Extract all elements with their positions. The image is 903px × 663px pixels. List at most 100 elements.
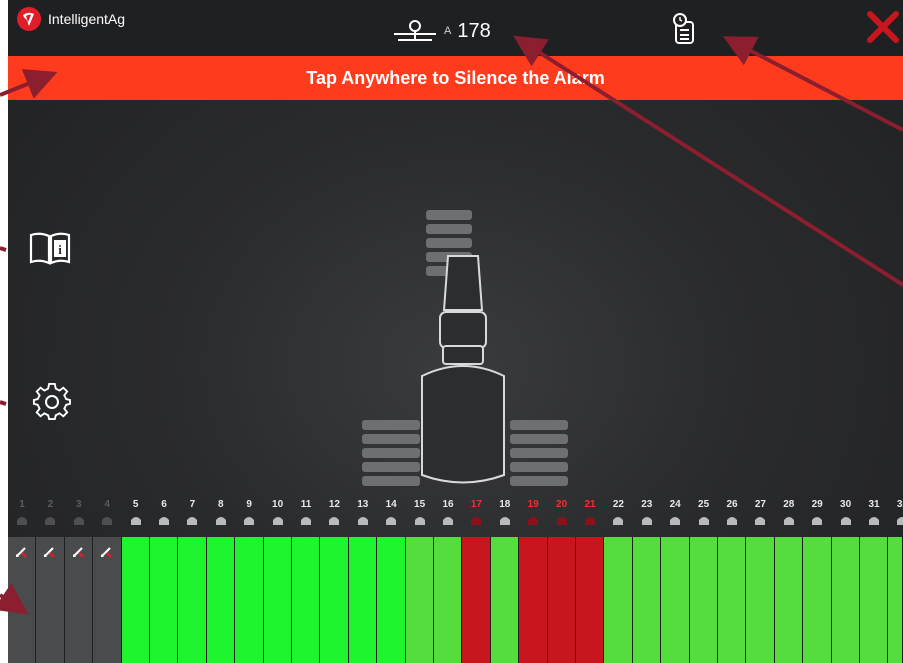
settings-gear-icon[interactable] xyxy=(32,382,72,422)
close-icon[interactable] xyxy=(866,10,900,44)
row-disabled-icon xyxy=(101,547,113,558)
planter-icon xyxy=(394,20,436,41)
row-cell-25[interactable] xyxy=(689,537,718,663)
row-cell-8[interactable] xyxy=(206,537,236,663)
row-status-bar[interactable] xyxy=(8,537,903,663)
clock-log-icon[interactable] xyxy=(671,12,699,46)
row-cell-24[interactable] xyxy=(661,537,690,663)
row-number-23: 23 xyxy=(641,499,653,510)
row-marker-15 xyxy=(414,517,425,525)
row-marker-6 xyxy=(159,517,169,525)
row-marker-4 xyxy=(102,517,113,525)
row-number-26: 26 xyxy=(726,499,738,510)
row-cell-30[interactable] xyxy=(831,537,860,663)
brand-name: IntelligentAg xyxy=(48,11,126,27)
row-number-4: 4 xyxy=(104,499,110,510)
row-cell-27[interactable] xyxy=(746,537,775,663)
manual-info-icon[interactable]: i xyxy=(28,230,72,266)
alarm-banner[interactable]: Tap Anywhere to Silence the Alarm xyxy=(8,56,903,100)
tractor-graphic xyxy=(362,210,568,486)
row-number-17: 17 xyxy=(470,499,482,510)
row-cell-23[interactable] xyxy=(632,537,662,663)
row-cell-20[interactable] xyxy=(547,537,576,663)
brand-logo-icon xyxy=(17,7,41,31)
row-number-19: 19 xyxy=(527,499,539,510)
row-number-8: 8 xyxy=(218,499,224,510)
row-cell-10[interactable] xyxy=(263,537,292,663)
row-marker-12 xyxy=(329,517,340,525)
row-cell-2[interactable] xyxy=(36,537,65,663)
row-cell-11[interactable] xyxy=(292,537,321,663)
brand: IntelligentAg xyxy=(16,6,125,32)
row-counter[interactable]: A 178 xyxy=(392,18,491,44)
row-marker-30 xyxy=(840,517,851,525)
row-marker-20 xyxy=(556,517,567,525)
row-cell-13[interactable] xyxy=(348,537,378,663)
row-marker-25 xyxy=(698,517,709,525)
row-cell-18[interactable] xyxy=(490,537,520,663)
app-screen[interactable]: IntelligentAg A 178 Tap Anywhere to Sile… xyxy=(8,0,903,663)
row-cell-1[interactable] xyxy=(8,537,37,663)
row-marker-13 xyxy=(357,517,368,525)
row-marker-10 xyxy=(272,517,283,525)
row-cell-9[interactable] xyxy=(235,537,264,663)
row-cell-17[interactable] xyxy=(462,537,491,663)
row-marker-28 xyxy=(783,517,794,525)
row-cell-7[interactable] xyxy=(178,537,207,663)
row-marker-9 xyxy=(244,517,255,525)
row-marker-11 xyxy=(301,517,311,525)
row-cell-14[interactable] xyxy=(377,537,406,663)
row-cell-15[interactable] xyxy=(405,537,434,663)
svg-text:i: i xyxy=(58,242,62,257)
row-marker-3 xyxy=(73,517,84,525)
row-cell-29[interactable] xyxy=(803,537,832,663)
row-cell-21[interactable] xyxy=(576,537,605,663)
row-disabled-icon xyxy=(44,547,56,558)
row-number-27: 27 xyxy=(754,499,766,510)
row-marker-19 xyxy=(528,517,539,525)
row-marker-32 xyxy=(897,517,903,525)
alarm-message: Tap Anywhere to Silence the Alarm xyxy=(306,67,605,88)
row-cell-5[interactable] xyxy=(121,537,150,663)
row-marker-8 xyxy=(215,517,226,525)
row-number-30: 30 xyxy=(840,499,852,510)
row-marker-26 xyxy=(727,517,737,525)
row-number-18: 18 xyxy=(499,499,511,510)
annotation-tick-settings xyxy=(0,400,7,406)
row-disabled-icon xyxy=(72,547,84,558)
row-cell-28[interactable] xyxy=(774,537,804,663)
row-marker-21 xyxy=(585,517,595,525)
row-number-7: 7 xyxy=(189,499,196,510)
row-number-28: 28 xyxy=(783,499,795,510)
row-marker-5 xyxy=(130,517,141,525)
row-number-12: 12 xyxy=(328,499,340,510)
row-cell-32[interactable] xyxy=(888,537,903,663)
counter-value: 178 xyxy=(457,19,491,42)
row-cell-22[interactable] xyxy=(604,537,633,663)
row-number-14: 14 xyxy=(385,499,397,510)
row-number-25: 25 xyxy=(698,499,710,510)
row-cell-31[interactable] xyxy=(860,537,889,663)
row-number-21: 21 xyxy=(584,499,596,510)
row-cell-19[interactable] xyxy=(519,537,548,663)
row-marker-16 xyxy=(443,517,453,525)
row-marker-7 xyxy=(187,517,198,525)
row-marker-31 xyxy=(869,517,879,525)
row-number-6: 6 xyxy=(161,499,167,510)
row-cell-12[interactable] xyxy=(320,537,349,663)
row-marker-2 xyxy=(45,517,56,525)
row-marker-22 xyxy=(613,517,624,525)
screenshot-stage: IntelligentAg A 178 Tap Anywhere to Sile… xyxy=(0,0,903,663)
row-number-11: 11 xyxy=(300,499,312,510)
row-number-29: 29 xyxy=(811,499,823,510)
row-cell-26[interactable] xyxy=(718,537,747,663)
row-marker-17 xyxy=(471,517,482,525)
row-cell-6[interactable] xyxy=(150,537,179,663)
row-marker-14 xyxy=(386,517,397,525)
row-cell-4[interactable] xyxy=(93,537,122,663)
row-number-3: 3 xyxy=(76,499,82,510)
row-cell-3[interactable] xyxy=(64,537,94,663)
row-number-13: 13 xyxy=(357,499,369,510)
row-marker-strip xyxy=(16,514,903,528)
row-cell-16[interactable] xyxy=(434,537,463,663)
